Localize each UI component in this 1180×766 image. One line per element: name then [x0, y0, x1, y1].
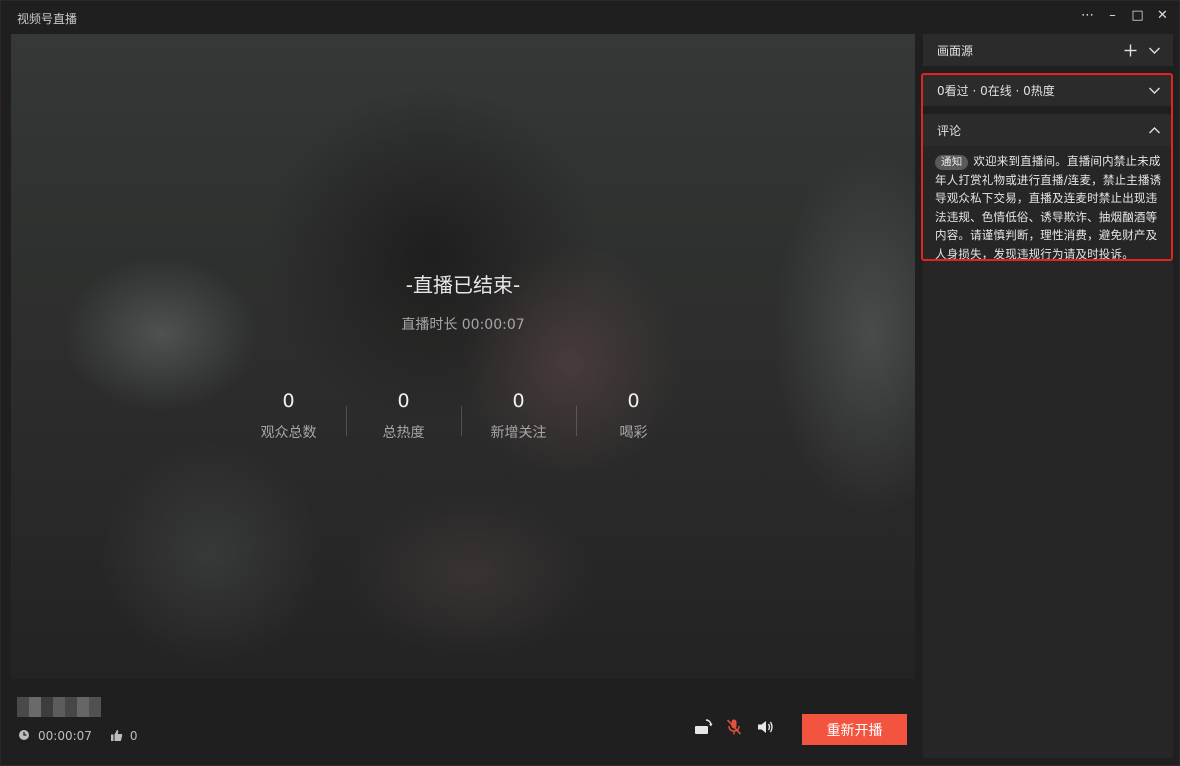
live-stream-window: 视频号直播 ⋯ – □ ✕ -直播已结束- 直播时长 00:00:07 0 观众…: [0, 0, 1180, 766]
rotate-screen-button[interactable]: [691, 717, 715, 741]
chevron-up-icon: [1148, 126, 1160, 133]
stream-meta: 00:00:07 0: [18, 729, 138, 743]
like-count: 0: [129, 729, 138, 743]
close-button[interactable]: ✕: [1150, 5, 1175, 25]
speaker-icon: [756, 718, 774, 740]
stat-value: 0: [512, 390, 525, 412]
stat-label: 总热度: [382, 425, 425, 441]
stat-label: 喝彩: [619, 425, 648, 441]
chevron-down-icon: [1148, 87, 1160, 94]
viewer-stats-header[interactable]: 0看过 · 0在线 · 0热度: [923, 74, 1173, 106]
more-icon: ⋯: [1081, 7, 1094, 23]
clock-icon: [18, 729, 32, 743]
sources-header[interactable]: 画面源: [923, 34, 1173, 66]
rotate-screen-icon: [693, 718, 713, 740]
stat-new-followers: 0 新增关注: [461, 390, 576, 442]
stream-duration: 直播时长 00:00:07: [401, 317, 525, 333]
stat-label: 新增关注: [490, 425, 547, 441]
close-icon: ✕: [1157, 7, 1168, 23]
stat-cheers: 0 喝彩: [576, 390, 691, 442]
minimize-icon: –: [1109, 7, 1116, 23]
stream-ended-title: -直播已结束-: [405, 273, 521, 297]
stream-controls: [691, 717, 784, 741]
comments-header[interactable]: 评论: [923, 114, 1173, 146]
speaker-toggle[interactable]: [753, 717, 777, 741]
stat-total-viewers: 0 观众总数: [231, 390, 346, 442]
chevron-down-icon: [1148, 47, 1160, 54]
plus-icon: [1124, 44, 1136, 56]
microphone-muted-icon: [725, 718, 743, 740]
expand-stats-button[interactable]: [1145, 81, 1163, 99]
maximize-button[interactable]: □: [1125, 5, 1150, 25]
comments-title: 评论: [937, 123, 962, 138]
stat-label: 观众总数: [260, 425, 317, 441]
thumbs-up-icon: [110, 729, 124, 743]
title-bar: 视频号直播 ⋯ – □ ✕: [1, 1, 1180, 33]
maximize-icon: □: [1131, 7, 1144, 23]
sources-panel: 画面源: [923, 34, 1173, 66]
live-preview: -直播已结束- 直播时长 00:00:07 0 观众总数 0 总热度 0 新增关…: [11, 34, 915, 679]
notice-text: 欢迎来到直播间。直播间内禁止未成年人打赏礼物或进行直播/连麦，禁止主播诱导观众私…: [935, 154, 1162, 261]
streamer-name-pixelated: [17, 697, 101, 717]
comments-list[interactable]: 通知 欢迎来到直播间。直播间内禁止未成年人打赏礼物或进行直播/连麦，禁止主播诱导观…: [923, 146, 1173, 758]
more-options-button[interactable]: ⋯: [1075, 5, 1100, 25]
restart-stream-button[interactable]: 重新开播: [802, 714, 907, 745]
system-notice: 通知 欢迎来到直播间。直播间内禁止未成年人打赏礼物或进行直播/连麦，禁止主播诱导观…: [935, 152, 1165, 263]
app-title: 视频号直播: [17, 12, 78, 26]
sources-title: 画面源: [937, 43, 974, 58]
microphone-toggle[interactable]: [722, 717, 746, 741]
minimize-button[interactable]: –: [1100, 5, 1125, 25]
expand-sources-button[interactable]: [1145, 41, 1163, 59]
elapsed-time: 00:00:07: [38, 729, 92, 743]
stat-total-heat: 0 总热度: [346, 390, 461, 442]
notice-badge: 通知: [935, 155, 969, 170]
stat-value: 0: [627, 390, 640, 412]
collapse-comments-button[interactable]: [1145, 121, 1163, 139]
stat-value: 0: [282, 390, 295, 412]
stat-value: 0: [397, 390, 410, 412]
viewer-stats-text: 0看过 · 0在线 · 0热度: [937, 83, 1055, 98]
add-source-button[interactable]: [1121, 41, 1139, 59]
window-controls: ⋯ – □ ✕: [1075, 5, 1175, 25]
stream-summary-stats: 0 观众总数 0 总热度 0 新增关注 0 喝彩: [231, 390, 691, 442]
